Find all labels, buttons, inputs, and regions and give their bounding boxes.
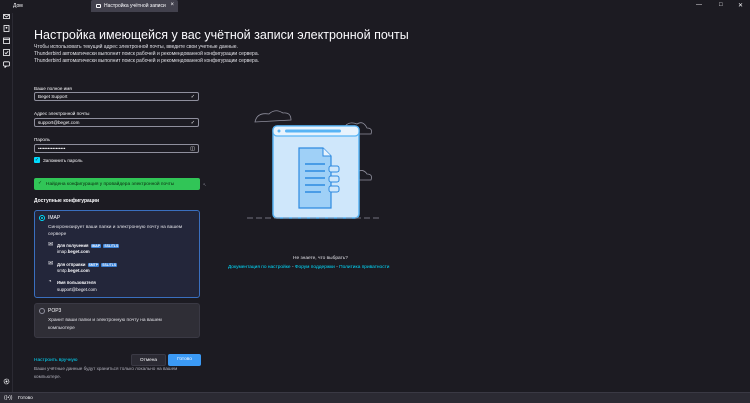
email-input[interactable]: support@beget.com ✓ <box>34 118 199 127</box>
manual-config-link[interactable]: Настроить вручную <box>34 358 77 363</box>
password-value: ••••••••••••••••• <box>38 146 66 151</box>
intro-line-3: Thunderbird автоматически выполнит поиск… <box>34 58 260 64</box>
help-links: Документация по настройке - Форум поддер… <box>228 265 390 270</box>
ssl-badge: SSL/TLS <box>103 243 120 248</box>
intro-line-2: Thunderbird автоматически выполнит поиск… <box>34 51 260 57</box>
incoming-host-prefix: imap. <box>57 249 68 254</box>
incoming-mail-icon: ✉ <box>48 242 54 248</box>
outgoing-mail-icon: ✉ <box>48 261 54 267</box>
support-forum-link[interactable]: Форум поддержки <box>295 265 335 270</box>
close-button[interactable]: ✕ <box>738 2 743 9</box>
account-setup-illustration <box>247 110 379 219</box>
home-label[interactable]: Дом <box>13 3 23 9</box>
pop3-radio[interactable] <box>39 308 45 314</box>
footnote-line-2: компьютере. <box>34 374 61 379</box>
outgoing-label-text: Для отправки <box>57 262 86 267</box>
outgoing-host-domain: beget.com <box>67 268 90 273</box>
success-check-icon: ✓ <box>38 180 43 186</box>
email-label: Адрес электронной почты <box>34 111 90 116</box>
tab-label: Настройка учётной записи <box>104 3 166 9</box>
spaces-toolbar <box>0 13 13 392</box>
full-name-input[interactable]: Beget Support ✓ <box>34 92 199 101</box>
outgoing-label: Для отправки SMTP SSL/TLS <box>57 262 118 267</box>
help-question: Не знаете, что выбрать? <box>293 256 348 261</box>
password-label: Пароль <box>34 137 50 142</box>
password-input[interactable]: ••••••••••••••••• ◫ <box>34 144 199 153</box>
available-configs-title: Доступные конфигурации <box>34 198 100 204</box>
pop3-config-option[interactable]: POP3 Хранит ваши папки и электронную поч… <box>34 303 200 338</box>
account-setup-page: Настройка имеющейся у вас учётной записи… <box>13 13 750 392</box>
privacy-policy-link[interactable]: Политика приватности <box>339 265 389 270</box>
pop3-desc-1: Хранит ваши папки и электронную почту на… <box>48 318 162 323</box>
setup-docs-link[interactable]: Документация по настройке <box>228 265 291 270</box>
check-icon: ✓ <box>190 120 195 126</box>
cursor-icon: ↖ <box>203 182 207 187</box>
page-title: Настройка имеющейся у вас учётной записи… <box>34 28 409 42</box>
check-icon: ✓ <box>190 94 195 100</box>
username-value: support@beget.com <box>57 287 97 292</box>
tab-page-icon <box>96 4 101 8</box>
status-text: Готово <box>18 396 33 401</box>
outgoing-host: smtp.beget.com <box>57 268 90 273</box>
activity-signal-icon[interactable]: ((•)) <box>4 395 12 401</box>
outgoing-host-prefix: smtp. <box>57 268 68 273</box>
name-label: Ваше полное имя <box>34 86 72 91</box>
settings-gear-icon[interactable] <box>3 378 10 385</box>
ssl-badge: SSL/TLS <box>101 262 118 267</box>
imap-desc-1: Синхронизирует ваши папки и электронную … <box>48 225 183 230</box>
config-found-message: Найдена конфигурация у провайдера электр… <box>46 181 175 187</box>
incoming-host-domain: beget.com <box>67 249 90 254</box>
mail-icon[interactable] <box>3 13 10 20</box>
tab-account-setup[interactable]: Настройка учётной записи × <box>91 0 178 12</box>
incoming-host: imap.beget.com <box>57 249 90 254</box>
chat-icon[interactable] <box>3 61 10 69</box>
username-label: Имя пользователя <box>57 280 96 285</box>
pop3-title: POP3 <box>48 308 62 314</box>
title-bar: Дом Настройка учётной записи × — □ ✕ <box>0 0 750 13</box>
footnote-line-1: Ваши учётные данные будут храниться толь… <box>34 366 178 371</box>
remember-password-checkbox[interactable]: ✓ <box>34 157 40 163</box>
imap-desc-2: сервере <box>48 232 67 237</box>
full-name-value: Beget Support <box>38 94 68 99</box>
reveal-password-icon[interactable]: ◫ <box>190 146 195 152</box>
tab-close-icon[interactable]: × <box>170 2 174 8</box>
tasks-icon[interactable] <box>3 49 10 56</box>
calendar-icon[interactable] <box>3 37 10 44</box>
imap-badge: IMAP <box>90 243 102 248</box>
imap-radio[interactable] <box>39 215 45 221</box>
email-value: support@beget.com <box>38 120 80 125</box>
config-found-banner: ✓ Найдена конфигурация у провайдера элек… <box>34 178 200 190</box>
incoming-label: Для получения IMAP SSL/TLS <box>57 243 120 248</box>
address-book-icon[interactable] <box>3 25 10 32</box>
incoming-label-text: Для получения <box>57 243 89 248</box>
smtp-badge: SMTP <box>87 262 100 267</box>
status-bar: ((•)) Готово <box>0 392 750 403</box>
remember-password-label[interactable]: Запомнить пароль <box>43 158 83 163</box>
done-button[interactable]: Готово <box>168 354 201 366</box>
maximize-button[interactable]: □ <box>719 2 723 8</box>
imap-title: IMAP <box>48 215 61 221</box>
imap-config-option[interactable]: IMAP Синхронизирует ваши папки и электро… <box>34 210 200 298</box>
user-icon: ◔ <box>48 279 52 285</box>
minimize-button[interactable]: — <box>696 2 702 8</box>
cancel-button[interactable]: Отмена <box>131 354 166 366</box>
intro-line-1: Чтобы использовать текущий адрес электро… <box>34 44 238 50</box>
pop3-desc-2: компьютере <box>48 326 75 331</box>
